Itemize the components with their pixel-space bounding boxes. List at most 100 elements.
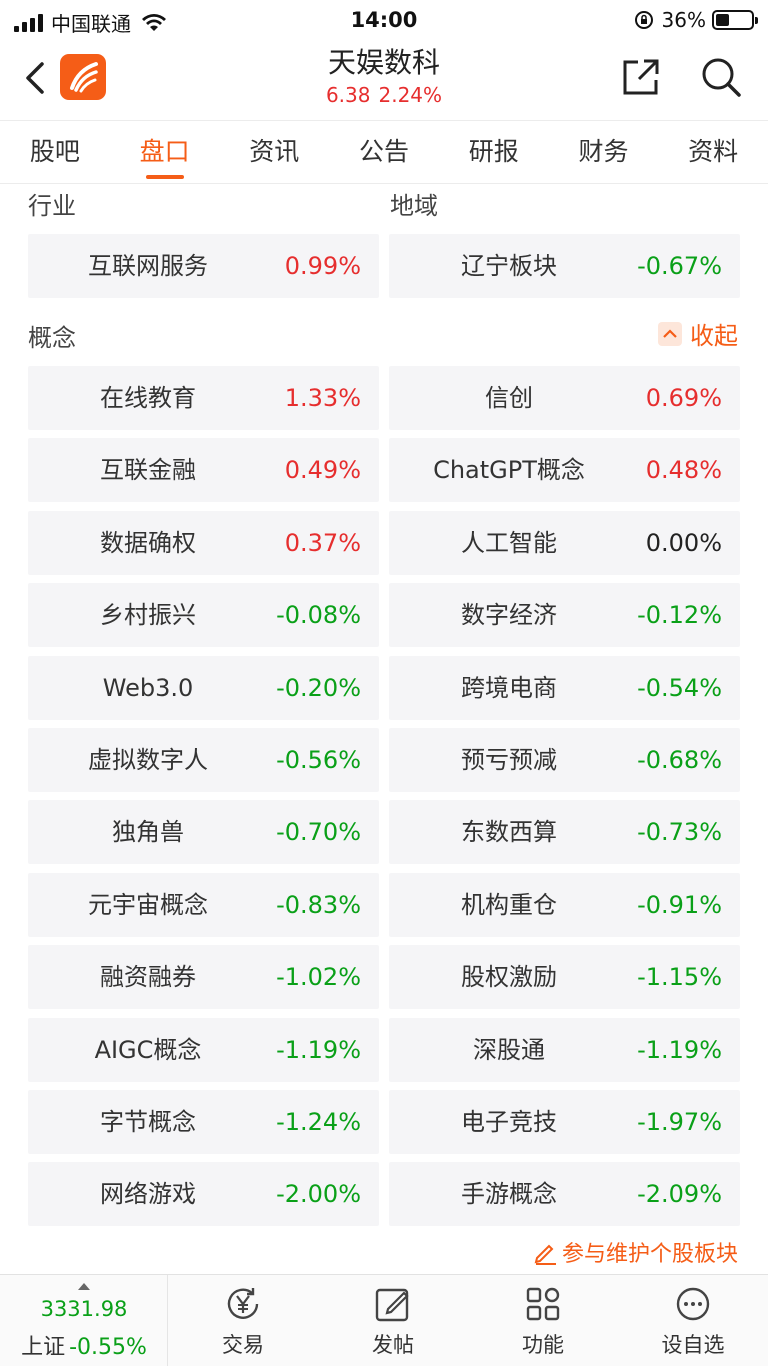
concept-name: 在线教育 bbox=[100, 384, 196, 412]
concept-change: 0.49% bbox=[284, 456, 361, 484]
concept-item[interactable]: 信创 0.69% bbox=[389, 366, 740, 430]
region-item[interactable]: 辽宁板块 -0.67% bbox=[389, 234, 740, 298]
functions-button[interactable]: 功能 bbox=[468, 1275, 618, 1366]
concept-name: 网络游戏 bbox=[100, 1180, 196, 1208]
sector-change: 0.99% bbox=[284, 252, 361, 280]
index-change: -0.55% bbox=[69, 1335, 147, 1360]
concept-item[interactable]: 人工智能 0.00% bbox=[389, 511, 740, 575]
concept-name: 东数西算 bbox=[461, 818, 557, 846]
carrier-name: 中国联通 bbox=[51, 12, 131, 36]
concept-item[interactable]: 网络游戏 -2.00% bbox=[28, 1162, 379, 1226]
compose-icon bbox=[375, 1288, 409, 1322]
concept-name: 乡村振兴 bbox=[100, 601, 196, 629]
tab-bar: 股吧 盘口 资讯 公告 研报 财务 资料 bbox=[0, 120, 768, 184]
trade-yen-icon bbox=[227, 1288, 259, 1319]
trade-button[interactable]: 交易 bbox=[168, 1275, 318, 1366]
concept-item[interactable]: 手游概念 -2.09% bbox=[389, 1162, 740, 1226]
concept-item[interactable]: 字节概念 -1.24% bbox=[28, 1090, 379, 1154]
status-bar: 中国联通 14:00 36% bbox=[0, 0, 768, 40]
concept-item[interactable]: 数字经济 -0.12% bbox=[389, 583, 740, 647]
maintain-sectors-link[interactable]: 参与维护个股板块 bbox=[532, 1236, 738, 1268]
concept-change: -0.20% bbox=[276, 674, 361, 702]
tab-2[interactable]: 资讯 bbox=[219, 121, 329, 183]
concept-item[interactable]: 元宇宙概念 -0.83% bbox=[28, 873, 379, 937]
tab-4[interactable]: 研报 bbox=[439, 121, 549, 183]
concept-item[interactable]: 股权激励 -1.15% bbox=[389, 945, 740, 1009]
caret-up-icon bbox=[78, 1283, 90, 1290]
grid-icon bbox=[526, 1287, 560, 1321]
concept-item[interactable]: 数据确权 0.37% bbox=[28, 511, 379, 575]
tab-0[interactable]: 股吧 bbox=[0, 121, 110, 183]
collapse-button[interactable]: 收起 bbox=[658, 316, 738, 351]
concept-change: 1.33% bbox=[284, 384, 361, 412]
concept-item[interactable]: 乡村振兴 -0.08% bbox=[28, 583, 379, 647]
concept-change: -1.19% bbox=[637, 1036, 722, 1064]
concept-item[interactable]: 东数西算 -0.73% bbox=[389, 800, 740, 864]
concept-item[interactable]: 机构重仓 -0.91% bbox=[389, 873, 740, 937]
concept-change: -0.56% bbox=[276, 746, 361, 774]
more-dots-icon bbox=[676, 1287, 710, 1321]
sector-name: 辽宁板块 bbox=[461, 252, 557, 280]
concept-change: -0.54% bbox=[637, 674, 722, 702]
concept-change: -1.15% bbox=[637, 963, 722, 991]
concept-change: -2.00% bbox=[276, 1180, 361, 1208]
concept-label: 概念 bbox=[28, 324, 76, 352]
concept-item[interactable]: AIGC概念 -1.19% bbox=[28, 1018, 379, 1082]
functions-label: 功能 bbox=[522, 1333, 564, 1357]
concept-item[interactable]: 深股通 -1.19% bbox=[389, 1018, 740, 1082]
sector-change: -0.67% bbox=[637, 252, 722, 280]
concept-change: -1.19% bbox=[276, 1036, 361, 1064]
concept-item[interactable]: 独角兽 -0.70% bbox=[28, 800, 379, 864]
concept-change: -1.02% bbox=[276, 963, 361, 991]
battery-percent: 36% bbox=[661, 8, 706, 32]
search-icon[interactable] bbox=[700, 56, 742, 98]
concept-change: -0.73% bbox=[637, 818, 722, 846]
cellular-signal-icon bbox=[14, 13, 43, 32]
concept-item[interactable]: 预亏预减 -0.68% bbox=[389, 728, 740, 792]
index-value: 3331.98 bbox=[40, 1297, 128, 1321]
concept-name: 预亏预减 bbox=[461, 746, 557, 774]
bottom-bar: 3331.98 上证 -0.55% 交易 发帖 功能 设自选 bbox=[0, 1274, 768, 1366]
battery-icon bbox=[712, 10, 758, 30]
tab-3[interactable]: 公告 bbox=[329, 121, 439, 183]
edit-pencil-icon bbox=[534, 1244, 556, 1265]
concept-change: -0.91% bbox=[637, 891, 722, 919]
tab-5[interactable]: 财务 bbox=[549, 121, 659, 183]
post-label: 发帖 bbox=[372, 1333, 414, 1357]
concept-item[interactable]: 跨境电商 -0.54% bbox=[389, 656, 740, 720]
concept-name: AIGC概念 bbox=[94, 1036, 202, 1064]
sector-name: 互联网服务 bbox=[88, 252, 208, 280]
post-button[interactable]: 发帖 bbox=[318, 1275, 468, 1366]
concept-item[interactable]: ChatGPT概念 0.48% bbox=[389, 438, 740, 502]
trade-label: 交易 bbox=[222, 1333, 264, 1357]
rotation-lock-icon bbox=[634, 11, 653, 29]
concept-name: 虚拟数字人 bbox=[88, 746, 208, 774]
industry-label: 行业 bbox=[28, 192, 76, 220]
chevron-up-icon bbox=[658, 321, 682, 346]
concept-item[interactable]: 电子竞技 -1.97% bbox=[389, 1090, 740, 1154]
maintain-link-label: 参与维护个股板块 bbox=[561, 1242, 738, 1267]
stock-change-pct: 2.24% bbox=[378, 83, 443, 107]
concept-name: 信创 bbox=[485, 384, 533, 412]
industry-item[interactable]: 互联网服务 0.99% bbox=[28, 234, 379, 298]
concept-name: 人工智能 bbox=[461, 529, 557, 557]
concept-change: -0.83% bbox=[276, 891, 361, 919]
collapse-label: 收起 bbox=[690, 322, 738, 350]
concept-name: Web3.0 bbox=[102, 674, 194, 702]
concept-item[interactable]: 在线教育 1.33% bbox=[28, 366, 379, 430]
concept-change: 0.69% bbox=[645, 384, 722, 412]
concept-change: -1.24% bbox=[276, 1108, 361, 1136]
tab-1[interactable]: 盘口 bbox=[110, 121, 220, 183]
wifi-icon bbox=[142, 13, 166, 31]
share-icon[interactable] bbox=[620, 56, 662, 98]
concept-name: 数据确权 bbox=[100, 529, 196, 557]
concept-item[interactable]: 虚拟数字人 -0.56% bbox=[28, 728, 379, 792]
concept-item[interactable]: 融资融券 -1.02% bbox=[28, 945, 379, 1009]
add-watchlist-button[interactable]: 设自选 bbox=[618, 1275, 768, 1366]
concept-item[interactable]: Web3.0 -0.20% bbox=[28, 656, 379, 720]
tab-6[interactable]: 资料 bbox=[658, 121, 768, 183]
concept-name: 融资融券 bbox=[100, 963, 196, 991]
market-index[interactable]: 3331.98 上证 -0.55% bbox=[0, 1275, 168, 1366]
concept-change: -0.08% bbox=[276, 601, 361, 629]
concept-item[interactable]: 互联金融 0.49% bbox=[28, 438, 379, 502]
